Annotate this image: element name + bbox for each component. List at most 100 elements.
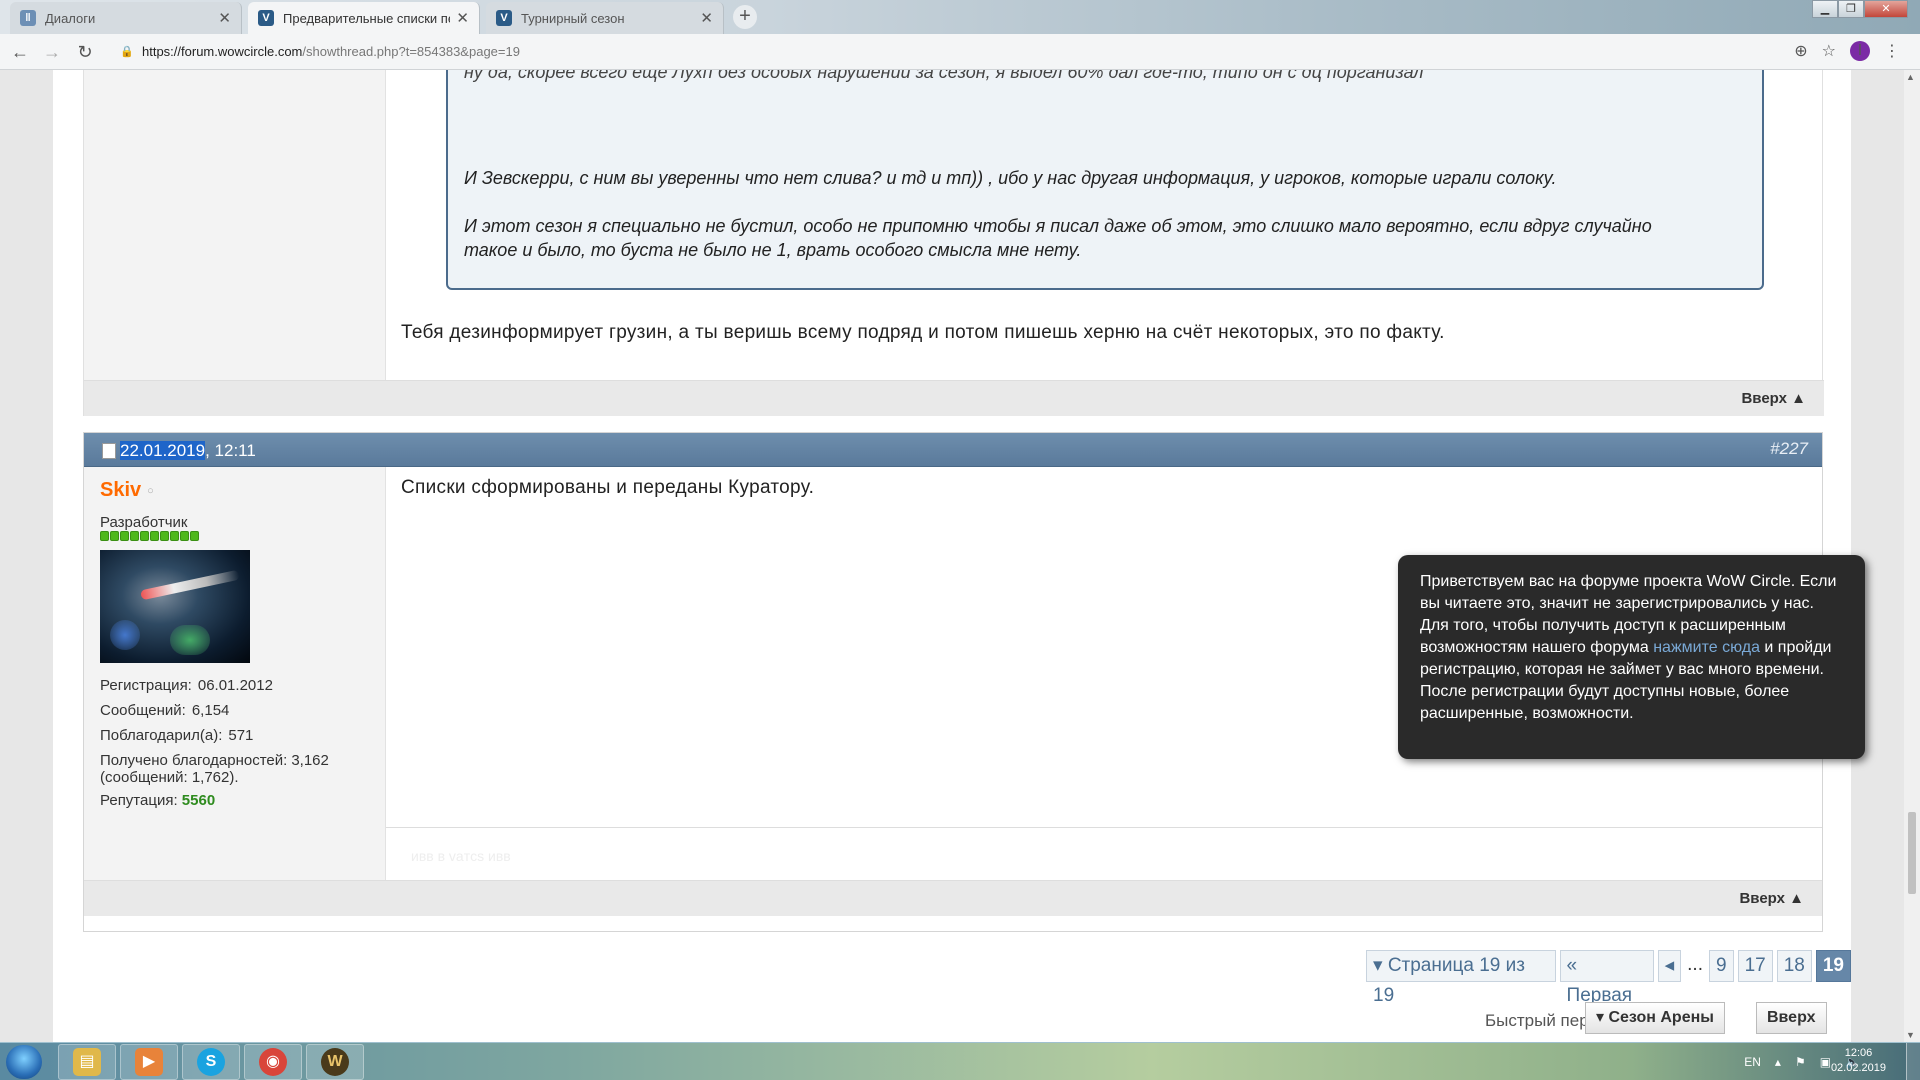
- stat-label: Регистрация:: [100, 677, 192, 694]
- pagination-ellipsis: ...: [1687, 954, 1703, 975]
- tab-label: Турнирный сезон: [521, 10, 625, 26]
- stat-value: 571: [228, 727, 254, 744]
- new-tab-button[interactable]: +: [733, 5, 757, 29]
- guest-welcome-popup: Приветствуем вас на форуме проекта WoW C…: [1398, 555, 1865, 759]
- post-number-link[interactable]: #227: [1770, 439, 1808, 459]
- post-document-icon: [102, 443, 116, 459]
- avatar-glow: [110, 620, 140, 650]
- page-scrollbar[interactable]: ▲ ▼: [1904, 70, 1920, 1042]
- post-date-selected: 22.01.2019: [120, 441, 206, 460]
- profile-avatar[interactable]: I: [1850, 41, 1870, 61]
- post-signature: ивв в vaтcs ивв: [386, 827, 1822, 880]
- avatar-glow: [170, 625, 210, 655]
- window-close-button[interactable]: ✕: [1864, 0, 1908, 18]
- reload-icon[interactable]: ↻: [73, 40, 97, 64]
- quote-line: И этот сезон я специально не бустил, осо…: [464, 216, 1652, 260]
- page-link[interactable]: 9: [1709, 950, 1734, 982]
- language-indicator[interactable]: EN: [1744, 1055, 1761, 1069]
- reputation-pip: [190, 531, 199, 541]
- quote-line: И Зевскерри, с ним вы уверенны что нет с…: [464, 168, 1557, 188]
- user-role: Разработчик: [100, 514, 188, 531]
- top-button[interactable]: Вверх: [1756, 1002, 1827, 1034]
- stat-label: Поблагодарил(а):: [100, 727, 223, 744]
- bookmark-star-icon[interactable]: ☆: [1822, 41, 1836, 61]
- taskbar-media-player[interactable]: ▶: [120, 1044, 178, 1080]
- wow-icon: W: [321, 1048, 349, 1076]
- post-header: 22.01.2019, 12:11 #227: [84, 433, 1822, 467]
- reputation-pip: [170, 531, 179, 541]
- stat-value: 6,154: [191, 702, 230, 719]
- register-link[interactable]: нажмите сюда: [1653, 639, 1760, 656]
- reputation-pip: [100, 531, 109, 541]
- network-icon[interactable]: ▣: [1820, 1055, 1831, 1069]
- prev-page-icon[interactable]: ◂: [1657, 950, 1682, 982]
- post-body: ну да, скорее всего ещё Лухп без особых …: [386, 70, 1822, 380]
- media-player-icon: ▶: [135, 1048, 163, 1076]
- reputation-pip: [160, 531, 169, 541]
- user-info: Skiv ○ Разработчик Регистрация: 06.01.2012…: [84, 467, 386, 880]
- forum-icon: V: [258, 10, 274, 26]
- scroll-down-arrow-icon[interactable]: ▼: [1906, 1030, 1915, 1040]
- zoom-icon[interactable]: ⊕: [1794, 41, 1807, 61]
- tab-label: Диалоги: [45, 10, 96, 26]
- show-desktop-button[interactable]: [1906, 1043, 1920, 1080]
- scroll-up-arrow-icon[interactable]: ▲: [1906, 72, 1915, 82]
- close-icon[interactable]: ✕: [456, 9, 469, 27]
- page-info-dropdown[interactable]: ▾ Страница 19 из 19: [1366, 950, 1556, 1006]
- page-link[interactable]: 17: [1737, 950, 1773, 982]
- first-page-link[interactable]: « Первая: [1559, 950, 1654, 1006]
- chrome-icon: ◉: [259, 1048, 287, 1076]
- taskbar-skype[interactable]: S: [182, 1044, 240, 1080]
- window-controls: ▁ ❐ ✕: [1812, 0, 1908, 18]
- reputation-pip: [150, 531, 159, 541]
- maximize-button[interactable]: ❐: [1838, 0, 1864, 18]
- user-stats: Регистрация: 06.01.2012 Сообщений: 6,154 П…: [100, 673, 369, 813]
- clock[interactable]: 12:06 02.02.2019: [1831, 1046, 1886, 1076]
- back-icon[interactable]: ←: [8, 40, 32, 64]
- avatar-comet: [140, 569, 240, 601]
- page-link[interactable]: 18: [1776, 950, 1812, 982]
- page-viewport: ну да, скорее всего ещё Лухп без особых …: [0, 70, 1904, 1042]
- offline-status-icon: ○: [147, 484, 154, 497]
- tab-forum-lists[interactable]: V Предварительные списки пере ✕: [248, 2, 480, 34]
- tab-dialogs[interactable]: ǁ Диалоги ✕: [10, 2, 242, 34]
- lock-icon: 🔒: [120, 46, 134, 58]
- windows-taskbar: ▤ ▶ S ◉ W EN ▴ ⚑ ▣ 🔈 12:06 02.02.2019: [0, 1042, 1920, 1080]
- reputation-bar: [100, 531, 369, 541]
- pagination: ▾ Страница 19 из 19 « Первая ◂ ... 9 17 …: [1366, 950, 1851, 1006]
- address-bar[interactable]: 🔒 https://forum.wowcircle.com/showthread…: [110, 39, 1840, 65]
- tab-label: Предварительные списки пере: [283, 10, 450, 26]
- reputation-pip: [120, 531, 129, 541]
- reputation-pip: [110, 531, 119, 541]
- taskbar-chrome[interactable]: ◉: [244, 1044, 302, 1080]
- menu-icon[interactable]: ⋮: [1884, 41, 1900, 61]
- clock-time: 12:06: [1844, 1047, 1873, 1059]
- scroll-up-link[interactable]: Вверх ▲: [1741, 390, 1806, 407]
- post-footer: Вверх ▲: [84, 880, 1822, 916]
- taskbar-explorer[interactable]: ▤: [58, 1044, 116, 1080]
- reputation-pip: [140, 531, 149, 541]
- reputation-pip: [130, 531, 139, 541]
- tray-arrow-icon[interactable]: ▴: [1775, 1055, 1781, 1069]
- close-icon[interactable]: ✕: [218, 9, 231, 27]
- browser-toolbar: ← → ↻ 🔒 https://forum.wowcircle.com/show…: [0, 34, 1920, 70]
- user-avatar[interactable]: [100, 550, 250, 663]
- username-link[interactable]: Skiv: [100, 479, 141, 501]
- reputation-value: 5560: [181, 792, 216, 809]
- scrollbar-thumb[interactable]: [1908, 812, 1916, 894]
- vk-icon: ǁ: [20, 10, 36, 26]
- toolbar-icons: ⊕ ☆ I ⋮: [1794, 41, 1900, 61]
- clock-date: 02.02.2019: [1830, 1062, 1886, 1074]
- scroll-up-link[interactable]: Вверх ▲: [1739, 890, 1804, 907]
- forward-icon[interactable]: →: [40, 40, 64, 64]
- post-sidebar: [84, 70, 386, 380]
- forum-select-dropdown[interactable]: ▾ Сезон Арены: [1585, 1002, 1725, 1034]
- post-message: Тебя дезинформирует грузин, а ты веришь …: [401, 322, 1445, 343]
- action-center-flag-icon[interactable]: ⚑: [1795, 1055, 1806, 1069]
- close-icon[interactable]: ✕: [700, 9, 713, 27]
- start-button[interactable]: [6, 1045, 42, 1079]
- taskbar-wow[interactable]: W: [306, 1044, 364, 1080]
- tab-tournament[interactable]: V Турнирный сезон ✕: [486, 2, 724, 34]
- quote-block: ну да, скорее всего ещё Лухп без особых …: [446, 70, 1764, 290]
- minimize-button[interactable]: ▁: [1812, 0, 1838, 18]
